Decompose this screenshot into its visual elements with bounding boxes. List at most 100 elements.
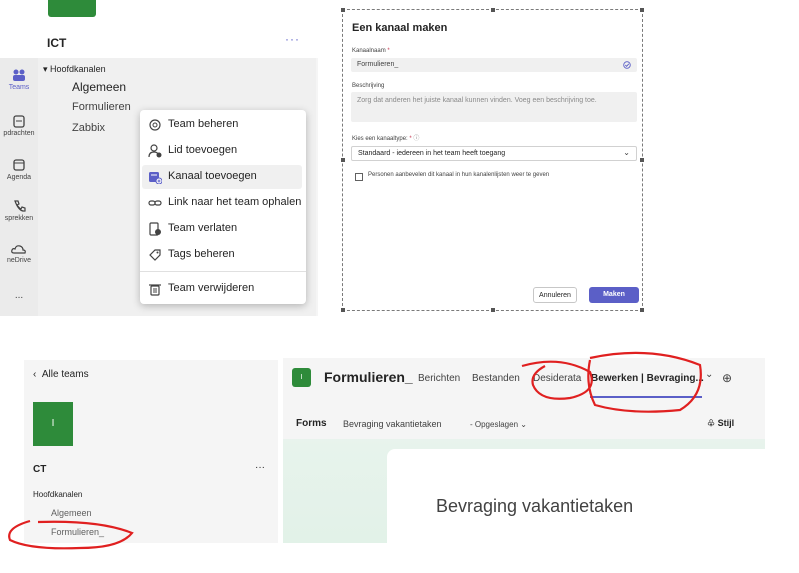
menu-item-team-verwijderen[interactable]: Team verwijderen — [140, 277, 306, 301]
team-avatar: I — [33, 402, 73, 446]
leave-icon — [149, 222, 161, 236]
rail-label: Agenda — [6, 174, 32, 181]
rail-teams[interactable]: Teams — [0, 68, 38, 91]
recommend-checkbox-label: Personen aanbevelen dit kanaal in hun ka… — [368, 172, 550, 178]
description-label: Beschrijving — [352, 83, 385, 89]
tab-desiderata[interactable]: Desiderata — [533, 373, 581, 384]
channel-item[interactable]: Algemeen — [51, 508, 92, 518]
channel-item[interactable]: Formulieren — [72, 101, 131, 113]
app-rail: Teams pdrachten Agenda sprekken neDrive … — [0, 58, 38, 316]
tab-berichten[interactable]: Berichten — [418, 373, 460, 384]
description-placeholder: Zorg dat anderen het juiste kanaal kunne… — [357, 97, 597, 104]
rail-assignments[interactable]: pdrachten — [0, 114, 38, 137]
rail-onedrive[interactable]: neDrive — [0, 243, 38, 264]
channel-item[interactable]: Algemeen — [72, 80, 126, 94]
back-to-teams-link[interactable]: ‹ Alle teams — [33, 369, 89, 380]
menu-divider — [140, 271, 306, 272]
create-channel-dialog: Een kanaal maken Kanaalnaam * Formuliere… — [341, 8, 644, 312]
add-person-icon — [148, 144, 162, 158]
menu-item-label: Kanaal toevoegen — [168, 170, 257, 182]
dialog-title: Een kanaal maken — [352, 22, 448, 34]
resize-handle[interactable] — [341, 8, 345, 12]
save-status[interactable]: - Opgeslagen ⌄ — [470, 420, 527, 429]
rail-label: Teams — [8, 84, 30, 91]
menu-item-lid-toevoegen[interactable]: Lid toevoegen — [140, 139, 306, 163]
resize-handle[interactable] — [491, 308, 495, 312]
name-label-text: Kanaalnaam — [352, 48, 386, 54]
channels-header[interactable]: Hoofdkanalen — [33, 490, 82, 499]
context-menu: Team beheren Lid toevoegen Kanaal toevoe… — [140, 110, 306, 304]
channel-title: Formulieren_ — [324, 369, 413, 385]
channel-item[interactable]: Formulieren_ — [51, 527, 104, 537]
type-label: Kies een kanaaltype: * ⓘ — [352, 133, 419, 142]
channels-header[interactable]: ▾ Hoofdkanalen — [43, 64, 106, 75]
menu-item-kanaal-toevoegen[interactable]: Kanaal toevoegen — [142, 165, 302, 189]
active-tab-indicator — [590, 396, 702, 398]
rail-calendar[interactable]: Agenda — [0, 158, 38, 181]
channel-item[interactable]: Zabbix — [72, 122, 105, 134]
recommend-checkbox[interactable] — [355, 173, 363, 181]
create-button[interactable]: Maken — [589, 287, 639, 303]
resize-handle[interactable] — [341, 308, 345, 312]
resize-handle[interactable] — [640, 158, 644, 162]
name-label: Kanaalnaam * — [352, 48, 390, 54]
add-channel-icon — [149, 172, 162, 184]
team-name[interactable]: ICT — [47, 36, 66, 50]
chevron-down-icon: ⌄ — [623, 148, 630, 157]
channel-type-value: Standaard - iedereen in het team heeft t… — [358, 150, 506, 157]
rail-label: neDrive — [6, 257, 32, 264]
channel-name-value: Formulieren_ — [357, 61, 399, 68]
info-icon[interactable]: ⓘ — [413, 136, 419, 142]
tag-icon — [149, 249, 161, 261]
more-options-icon[interactable]: ··· — [255, 462, 265, 473]
cancel-button[interactable]: Annuleren — [533, 287, 577, 303]
add-tab-icon[interactable]: ⊕ — [722, 371, 732, 385]
tab-overflow-chevron-icon[interactable]: ⌄ — [705, 369, 713, 380]
resize-handle[interactable] — [640, 308, 644, 312]
onedrive-icon — [11, 245, 26, 254]
resize-handle[interactable] — [640, 8, 644, 12]
channel-avatar: I — [292, 368, 311, 387]
teams-icon — [13, 69, 25, 81]
survey-name[interactable]: Bevraging vakantietaken — [343, 419, 442, 429]
channel-name-input[interactable]: Formulieren_ — [351, 58, 637, 72]
assignments-icon — [13, 115, 25, 128]
calls-icon — [14, 200, 26, 212]
menu-item-team-verlaten[interactable]: Team verlaten — [140, 217, 306, 241]
team-name[interactable]: CT — [33, 464, 46, 475]
resize-handle[interactable] — [491, 8, 495, 12]
link-icon — [148, 200, 162, 206]
style-button[interactable]: ♧ Stijl — [707, 418, 734, 429]
style-label: Stijl — [717, 418, 735, 428]
rail-calls[interactable]: sprekken — [0, 199, 38, 222]
menu-item-link-ophalen[interactable]: Link naar het team ophalen — [140, 191, 306, 215]
type-label-text: Kies een kanaaltype: — [352, 136, 408, 142]
rail-label: pdrachten — [3, 130, 35, 137]
calendar-icon — [13, 159, 25, 171]
menu-item-label: Link naar het team ophalen — [168, 196, 302, 208]
palette-icon: ♧ — [707, 418, 716, 428]
menu-item-label: Lid toevoegen — [168, 144, 238, 156]
required-mark: * — [387, 48, 390, 54]
rail-label: sprekken — [4, 215, 34, 222]
save-status-text: - Opgeslagen — [470, 420, 519, 429]
team-banner — [48, 0, 96, 17]
check-circle-icon — [623, 61, 631, 69]
resize-handle[interactable] — [341, 158, 345, 162]
required-mark: * — [409, 136, 412, 142]
menu-item-label: Team verlaten — [168, 222, 238, 234]
menu-item-tags-beheren[interactable]: Tags beheren — [140, 243, 306, 267]
chevron-down-icon: ⌄ — [520, 420, 527, 429]
description-input[interactable]: Zorg dat anderen het juiste kanaal kunne… — [351, 92, 637, 122]
menu-item-team-beheren[interactable]: Team beheren — [140, 113, 306, 137]
tab-bestanden[interactable]: Bestanden — [472, 373, 520, 384]
menu-item-label: Tags beheren — [168, 248, 235, 260]
forms-app-name: Forms — [296, 418, 327, 429]
trash-icon — [149, 284, 161, 296]
channel-type-select[interactable]: Standaard - iedereen in het team heeft t… — [351, 146, 637, 161]
tab-bewerken[interactable]: Bewerken | Bevraging... — [591, 373, 704, 384]
form-title[interactable]: Bevraging vakantietaken — [436, 496, 633, 517]
menu-item-label: Team beheren — [168, 118, 239, 130]
more-apps-icon[interactable]: ... — [0, 290, 38, 301]
more-options-icon[interactable]: ··· — [285, 32, 300, 46]
